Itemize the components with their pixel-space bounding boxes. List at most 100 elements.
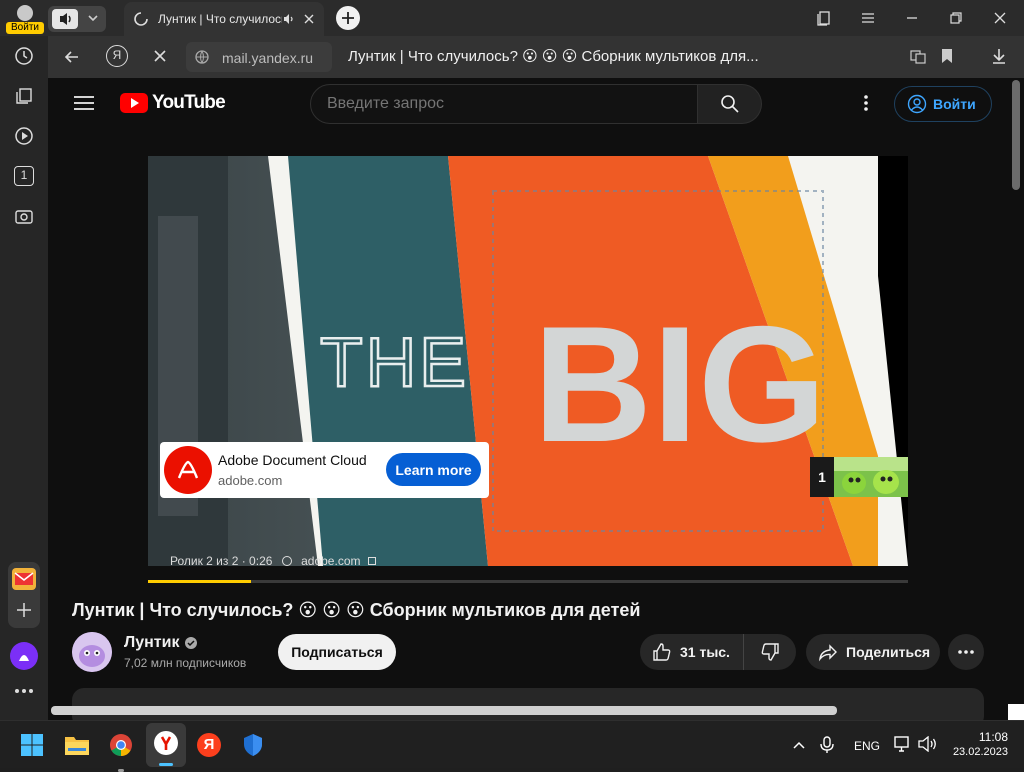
active-indicator bbox=[159, 763, 173, 766]
search-input[interactable] bbox=[327, 94, 677, 114]
video-player[interactable]: THE BIG Adobe Document Cloud adobe.com L… bbox=[148, 156, 908, 566]
minimize-icon[interactable] bbox=[897, 3, 927, 33]
restore-icon[interactable] bbox=[941, 3, 971, 33]
file-explorer-icon[interactable] bbox=[61, 729, 93, 761]
translate-icon[interactable] bbox=[910, 48, 926, 64]
account-icon bbox=[907, 94, 927, 114]
title-bar: Войти Лунтик | Что случилось? bbox=[0, 0, 1024, 36]
youtube-play-icon bbox=[120, 93, 148, 113]
video-player-icon[interactable] bbox=[14, 126, 34, 146]
search-icon bbox=[720, 95, 739, 113]
tab-title: Лунтик | Что случилось? bbox=[158, 12, 282, 26]
profile-button[interactable]: Войти bbox=[6, 2, 44, 34]
tab-speaker-icon[interactable] bbox=[282, 12, 296, 26]
youtube-logo[interactable]: YouTube bbox=[120, 92, 226, 114]
yandex-home-icon[interactable]: Я bbox=[106, 45, 128, 67]
dislike-button[interactable] bbox=[744, 634, 796, 670]
scroll-corner bbox=[1008, 704, 1024, 720]
chrome-icon[interactable] bbox=[105, 729, 137, 772]
taskbar: Я ENG 11:08 23.02.2023 bbox=[0, 720, 1024, 772]
ad-info-row: Ролик 2 из 2 · 0:26 adobe.com bbox=[170, 554, 376, 566]
ad-domain: adobe.com bbox=[218, 473, 283, 488]
progress-bar[interactable] bbox=[148, 580, 908, 583]
yandex-app-icon[interactable]: Я bbox=[193, 729, 225, 761]
site-security-icon bbox=[194, 49, 210, 65]
new-tab-button[interactable] bbox=[336, 6, 360, 30]
verified-icon bbox=[185, 637, 198, 649]
ad-video-frame: THE BIG bbox=[148, 156, 908, 566]
tabs-icon[interactable] bbox=[14, 86, 34, 106]
search-box[interactable] bbox=[310, 84, 698, 124]
share-icon bbox=[818, 644, 837, 662]
language-indicator[interactable]: ENG bbox=[854, 739, 880, 753]
channel-avatar[interactable] bbox=[72, 632, 112, 672]
browser-sidebar: 1 bbox=[0, 36, 48, 720]
description-box[interactable] bbox=[72, 688, 984, 720]
yandex-app-glyph: Я bbox=[197, 733, 221, 757]
share-button[interactable]: Поделиться bbox=[806, 634, 940, 670]
close-window-icon[interactable] bbox=[985, 3, 1015, 33]
tray-chevron-up-icon[interactable] bbox=[792, 738, 806, 752]
external-link-icon bbox=[367, 557, 376, 565]
stop-loading-icon[interactable] bbox=[152, 48, 168, 64]
site-info-pill[interactable]: mail.yandex.ru bbox=[186, 42, 332, 72]
sound-tab-group[interactable] bbox=[48, 6, 106, 32]
bookmark-icon[interactable] bbox=[940, 48, 954, 64]
defender-shield-icon[interactable] bbox=[237, 729, 269, 761]
vertical-scrollbar[interactable] bbox=[1012, 80, 1020, 190]
add-app-icon[interactable] bbox=[14, 600, 34, 620]
start-windows-icon[interactable] bbox=[16, 729, 48, 761]
signin-button[interactable]: Войти bbox=[894, 86, 992, 122]
video-title: Лунтик | Что случилось? 😮 😮 😮 Сборник му… bbox=[72, 600, 641, 620]
subscribe-button[interactable]: Подписаться bbox=[278, 634, 396, 670]
sidebar-apps-group bbox=[8, 562, 40, 628]
kebab-menu-icon[interactable] bbox=[864, 94, 868, 112]
search-button[interactable] bbox=[698, 84, 762, 124]
adobe-logo-icon bbox=[164, 446, 212, 494]
alice-assistant-icon[interactable] bbox=[10, 642, 38, 670]
collections-icon[interactable] bbox=[809, 3, 839, 33]
ad-card[interactable]: Adobe Document Cloud adobe.com Learn mor… bbox=[160, 442, 489, 498]
yandex-browser-icon bbox=[154, 731, 178, 755]
channel-name-row[interactable]: Лунтик bbox=[124, 634, 198, 652]
thumbs-up-icon bbox=[653, 643, 671, 661]
ad-info-domain[interactable]: adobe.com bbox=[301, 554, 360, 566]
next-video-thumb[interactable]: 1 bbox=[810, 457, 908, 497]
tab-close-icon[interactable] bbox=[302, 12, 316, 26]
youtube-page: YouTube Войти THE BIG bbox=[48, 78, 1024, 720]
microphone-icon[interactable] bbox=[820, 736, 834, 754]
clock-date[interactable]: 23.02.2023 bbox=[942, 746, 1008, 758]
horizontal-scrollbar[interactable] bbox=[51, 706, 837, 715]
download-icon[interactable] bbox=[990, 47, 1008, 65]
info-icon[interactable] bbox=[281, 556, 292, 566]
like-dislike-group: 31 тыс. bbox=[640, 634, 796, 670]
like-button[interactable]: 31 тыс. bbox=[640, 634, 744, 670]
like-count: 31 тыс. bbox=[680, 644, 730, 660]
mail-icon[interactable] bbox=[12, 568, 36, 590]
share-label: Поделиться bbox=[846, 644, 931, 660]
back-icon[interactable] bbox=[62, 47, 82, 67]
clock-time[interactable]: 11:08 bbox=[950, 730, 1008, 744]
more-horizontal-icon bbox=[958, 650, 974, 654]
speaker-icon bbox=[52, 9, 78, 29]
hamburger-menu-icon[interactable] bbox=[74, 95, 94, 111]
menu-icon[interactable] bbox=[853, 3, 883, 33]
page-title[interactable]: Лунтик | Что случилось? 😮 😮 😮 Сборник му… bbox=[348, 47, 759, 65]
volume-icon[interactable] bbox=[918, 736, 938, 752]
ad-brand: Adobe Document Cloud bbox=[218, 452, 367, 468]
more-dots-icon[interactable] bbox=[14, 688, 34, 694]
channel-name: Лунтик bbox=[124, 634, 180, 651]
progress-fill bbox=[148, 580, 251, 583]
counter-badge[interactable]: 1 bbox=[14, 166, 34, 186]
learn-more-button[interactable]: Learn more bbox=[386, 453, 481, 486]
big-text: BIG bbox=[533, 292, 826, 476]
avatar-icon bbox=[17, 5, 33, 21]
yandex-browser-taskbar-button[interactable] bbox=[146, 723, 186, 767]
tab-active[interactable]: Лунтик | Что случилось? bbox=[124, 2, 324, 36]
network-icon[interactable] bbox=[894, 736, 912, 752]
history-icon[interactable] bbox=[14, 46, 34, 66]
screenshot-icon[interactable] bbox=[14, 206, 34, 226]
more-actions-button[interactable] bbox=[948, 634, 984, 670]
the-text: THE bbox=[320, 323, 469, 401]
signin-label: Войти bbox=[933, 96, 976, 112]
